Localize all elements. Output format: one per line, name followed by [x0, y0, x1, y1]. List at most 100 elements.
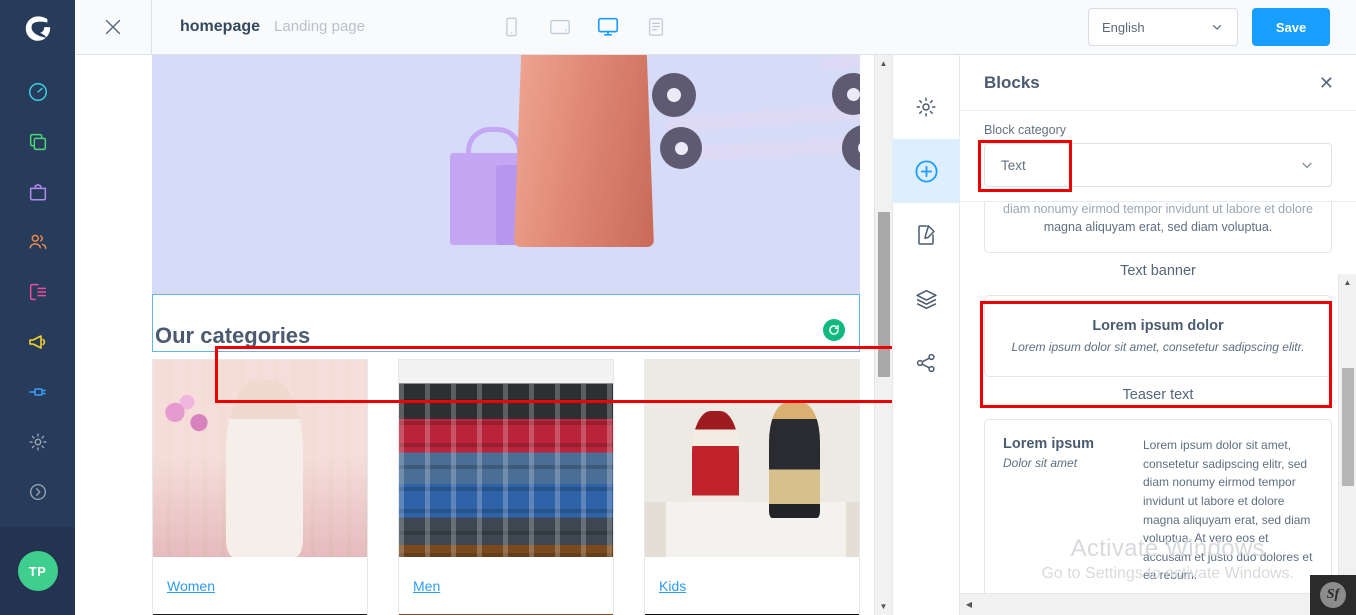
sidebar-item-extensions[interactable]	[16, 377, 60, 407]
sidebar-item-expand[interactable]	[16, 477, 60, 507]
block-category-label: Block category	[984, 123, 1066, 137]
sidebar-item-content[interactable]	[16, 277, 60, 307]
scroll-thumb[interactable]	[1341, 368, 1354, 486]
avatar[interactable]: TP	[17, 551, 58, 591]
share-icon	[916, 353, 935, 373]
tool-layers[interactable]	[892, 267, 960, 331]
chevron-down-icon	[1212, 24, 1222, 30]
block-preview: diam nonumy eirmod tempor invidunt ut la…	[984, 202, 1332, 254]
device-mobile-icon[interactable]	[497, 12, 527, 42]
user-area: TP	[0, 527, 75, 615]
cart-wheel	[660, 127, 702, 169]
tool-add-block[interactable]	[892, 139, 960, 203]
block-preview-line: magna aliquyam erat, sed diam voluptua.	[1043, 220, 1273, 235]
page-type-label: Landing page	[274, 18, 365, 35]
canvas-scrollbar[interactable]: ▲ ▼	[874, 55, 892, 615]
blocks-panel-header: Blocks ✕	[960, 55, 1356, 111]
category-link-kids[interactable]: Kids	[659, 578, 686, 594]
scroll-down-arrow-icon[interactable]: ▼	[880, 598, 888, 615]
hero-image-block[interactable]	[152, 55, 860, 294]
main-sidebar: TP	[0, 0, 75, 615]
blocks-panel-title: Blocks	[984, 72, 1040, 92]
our-categories-section[interactable]: Our categories	[152, 294, 860, 352]
save-button[interactable]: Save	[1252, 8, 1330, 46]
device-preview-switcher	[497, 12, 671, 42]
layers-icon	[915, 289, 937, 309]
device-desktop-icon[interactable]	[593, 12, 623, 42]
category-card[interactable]: Kids	[644, 359, 860, 615]
language-value: English	[1102, 19, 1145, 35]
main-region: homepage Landing page English Save Our c…	[75, 0, 1356, 615]
category-card[interactable]: Women	[152, 359, 368, 615]
scroll-up-arrow-icon[interactable]: ▲	[1344, 274, 1352, 290]
settings-gear-icon	[916, 97, 936, 117]
section-heading: Our categories	[155, 323, 311, 348]
blocks-panel: Blocks ✕ Block category Text diam nonumy…	[960, 55, 1356, 615]
category-label: Men	[399, 557, 613, 614]
sidebar-item-settings[interactable]	[16, 427, 60, 457]
cart-wheel	[842, 125, 860, 171]
block-preview-body: Lorem ipsum dolor sit amet, consetetur s…	[1143, 438, 1313, 583]
block-preview-heading: Lorem ipsum dolor	[1092, 318, 1224, 335]
block-tools-toolbar	[892, 55, 960, 615]
block-preview-heading: Lorem ipsum	[1003, 436, 1095, 453]
block-preview-line: diam nonumy eirmod tempor invidunt ut la…	[1003, 202, 1313, 216]
sidebar-nav	[0, 55, 75, 507]
page-builder-app: TP homepage Landing page English Save Ou…	[0, 0, 1356, 615]
close-icon	[105, 19, 121, 35]
block-preview: Lorem ipsum Dolor sit amet Lorem ipsum d…	[984, 419, 1332, 602]
rose-bag-shape	[514, 55, 654, 247]
category-card[interactable]: Men	[398, 359, 614, 615]
category-link-women[interactable]: Women	[167, 578, 215, 594]
block-category-value: Text	[1001, 157, 1026, 173]
symfony-profiler-icon: Sf	[1320, 582, 1346, 608]
cart-bar	[665, 100, 860, 133]
scroll-up-arrow-icon[interactable]: ▲	[880, 55, 888, 72]
canvas-content: Our categories Women Men Kids	[152, 55, 860, 615]
category-image-men	[399, 360, 613, 557]
block-category-select[interactable]: Text	[984, 143, 1332, 187]
page-canvas: Our categories Women Men Kids ▲ ▼	[75, 55, 892, 615]
tool-settings-gear[interactable]	[892, 75, 960, 139]
block-preview-left: Lorem ipsum Dolor sit amet	[1003, 436, 1121, 585]
block-item-text-on-image[interactable]: Lorem ipsum Dolor sit amet Lorem ipsum d…	[984, 417, 1332, 615]
sidebar-item-catalogues[interactable]	[16, 127, 60, 157]
tool-share[interactable]	[892, 331, 960, 395]
kids-white-block	[666, 501, 847, 557]
cart-wheel	[652, 73, 696, 117]
block-preview-subtitle: Lorem ipsum dolor sit amet, consetetur s…	[1011, 340, 1305, 355]
close-editor-button[interactable]	[75, 0, 152, 55]
category-link-men[interactable]: Men	[413, 578, 440, 594]
top-toolbar: homepage Landing page English Save	[75, 0, 1356, 55]
close-panel-button[interactable]: ✕	[1319, 74, 1334, 92]
shopware-logo[interactable]	[0, 0, 75, 55]
sidebar-item-orders[interactable]	[16, 177, 60, 207]
cart-bar	[675, 134, 860, 163]
blocks-list[interactable]: diam nonumy eirmod tempor invidunt ut la…	[960, 202, 1356, 615]
refresh-badge-icon[interactable]	[823, 319, 845, 341]
sidebar-item-marketing[interactable]	[16, 327, 60, 357]
device-tablet-icon[interactable]	[545, 12, 575, 42]
editor-body: Our categories Women Men Kids ▲ ▼ Blocks…	[75, 55, 1356, 615]
scroll-left-arrow-icon[interactable]: ◀	[960, 600, 978, 609]
edit-document-icon	[918, 225, 935, 245]
block-item-teaser-text[interactable]: Lorem ipsum dolor Lorem ipsum dolor sit …	[984, 293, 1332, 417]
block-preview-subtitle: Dolor sit amet	[1003, 456, 1078, 471]
language-select[interactable]: English	[1088, 8, 1238, 46]
category-image-women	[153, 360, 367, 557]
cart-bar	[819, 55, 860, 72]
panel-scrollbar[interactable]: ▲	[1338, 274, 1356, 593]
category-listing-block[interactable]: Women Men Kids	[152, 352, 860, 615]
block-preview: Lorem ipsum dolor Lorem ipsum dolor sit …	[984, 295, 1332, 378]
tool-edit-document[interactable]	[892, 203, 960, 267]
sidebar-item-customers[interactable]	[16, 227, 60, 257]
block-item-text-banner[interactable]: diam nonumy eirmod tempor invidunt ut la…	[984, 202, 1332, 293]
device-list-icon[interactable]	[641, 12, 671, 42]
panel-horizontal-scrollbar[interactable]: ◀ ▶	[960, 593, 1356, 615]
category-image-kids	[645, 360, 859, 557]
toolbar-actions: English Save	[1088, 8, 1356, 46]
scroll-thumb[interactable]	[877, 212, 890, 377]
sidebar-item-dashboard[interactable]	[16, 77, 60, 107]
symfony-profiler-badge[interactable]: Sf	[1310, 575, 1356, 615]
block-name: Text banner	[1120, 263, 1196, 280]
